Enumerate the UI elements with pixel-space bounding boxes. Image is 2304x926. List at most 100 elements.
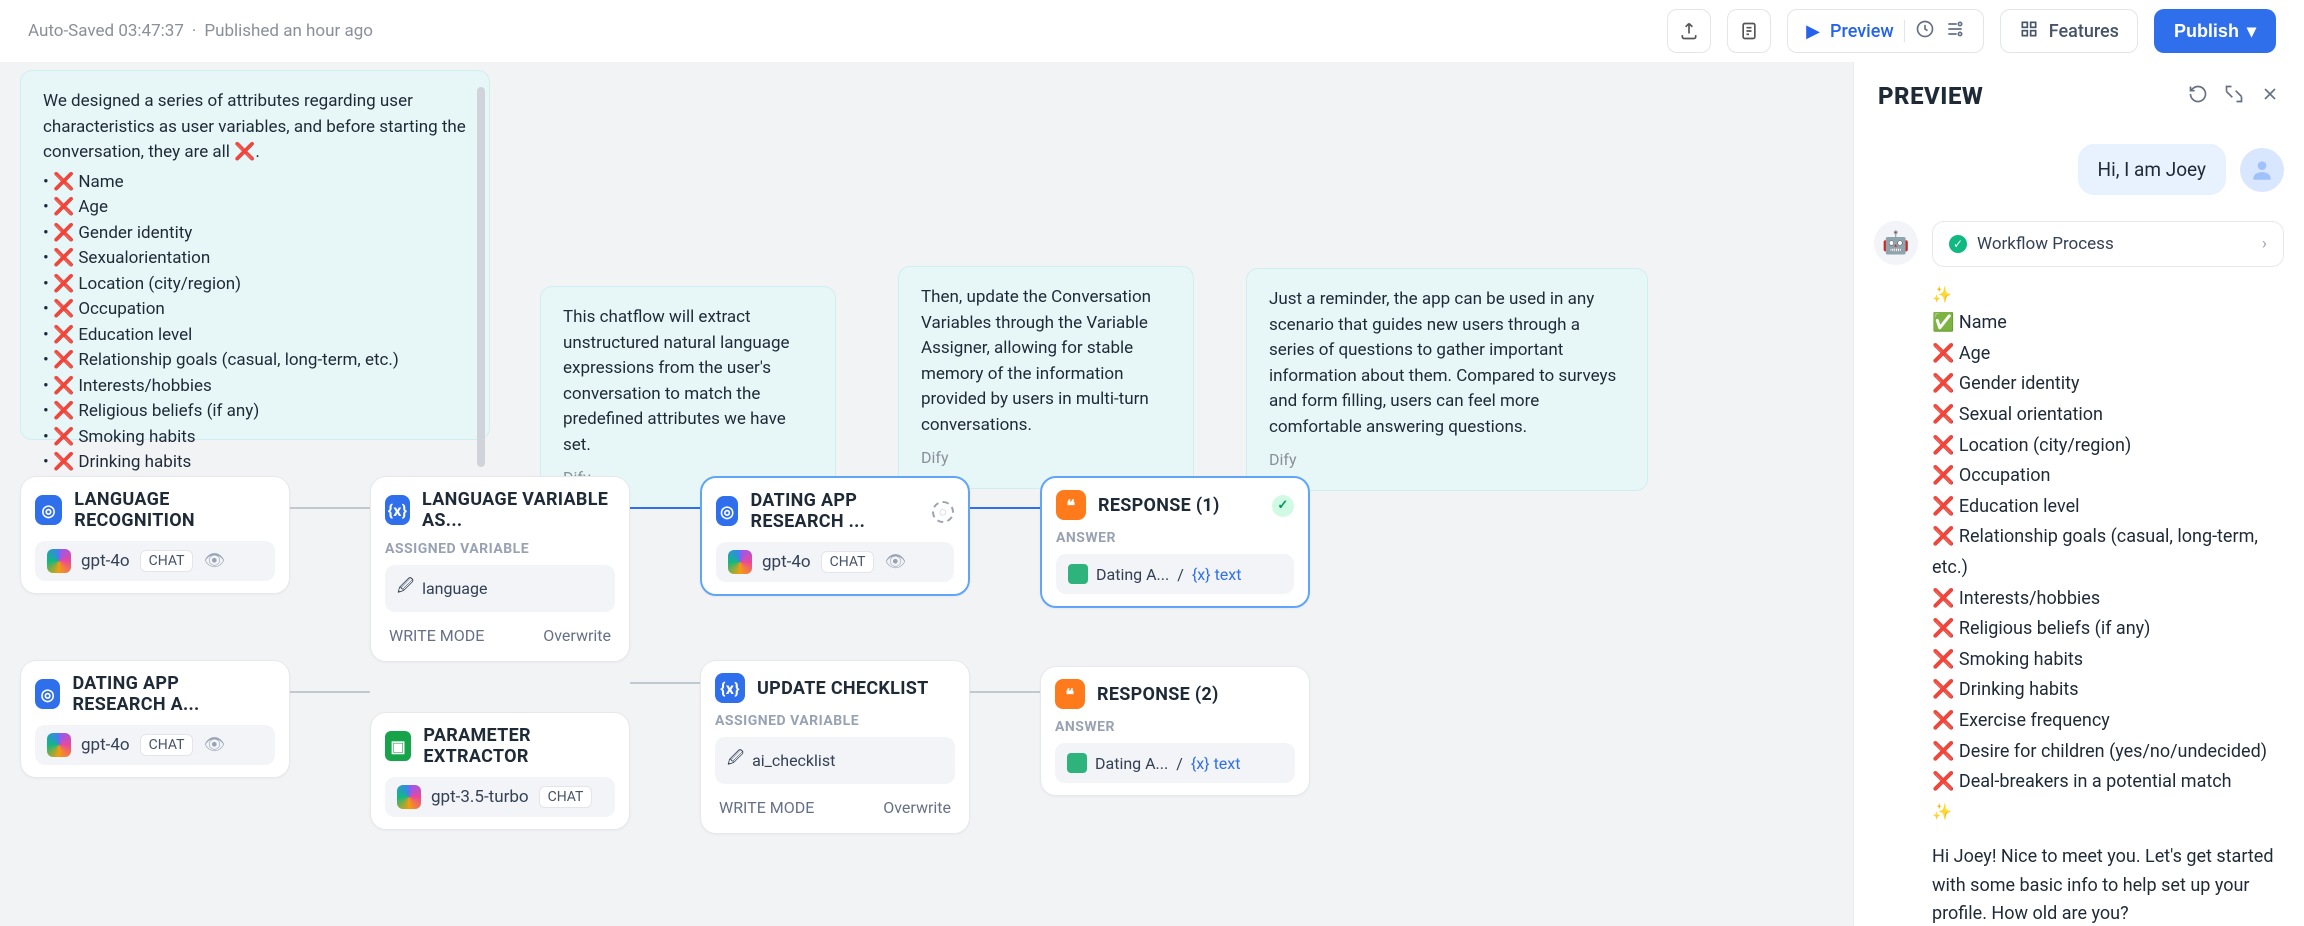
node-response-2[interactable]: ❝ RESPONSE (2) ANSWER Dating A... / {x} … bbox=[1040, 666, 1310, 796]
import-icon-button[interactable] bbox=[1727, 9, 1771, 53]
edge bbox=[630, 507, 700, 509]
preview-title: PREVIEW bbox=[1878, 82, 1983, 110]
sticky1-item: ❌ Relationship goals (casual, long-term,… bbox=[43, 348, 467, 374]
openai-icon bbox=[728, 550, 752, 574]
var-icon: 🖉 bbox=[727, 747, 744, 774]
answer-source[interactable]: Dating A... / {x} text bbox=[1056, 554, 1294, 594]
model-name: gpt-4o bbox=[81, 735, 130, 755]
node-language-variable-assigner[interactable]: {x} LANGUAGE VARIABLE AS... ASSIGNED VAR… bbox=[370, 476, 630, 662]
model-name: gpt-4o bbox=[762, 552, 811, 572]
llm-icon: ◎ bbox=[716, 496, 738, 526]
openai-icon bbox=[47, 549, 71, 573]
model-tag: CHAT bbox=[539, 786, 593, 808]
refresh-icon[interactable] bbox=[2188, 84, 2208, 109]
checklist-item: ❌ Sexual orientation bbox=[1932, 400, 2284, 431]
export-icon bbox=[1679, 21, 1699, 41]
sticky-note-attributes[interactable]: We designed a series of attributes regar… bbox=[20, 70, 490, 440]
node-parameter-extractor[interactable]: ▣ PARAMETER EXTRACTOR gpt-3.5-turbo CHAT bbox=[370, 712, 630, 830]
section-label: ASSIGNED VARIABLE bbox=[715, 713, 955, 729]
var-name: ai_checklist bbox=[752, 751, 835, 770]
workflow-label: Workflow Process bbox=[1977, 234, 2114, 254]
answer-icon: ❝ bbox=[1055, 679, 1085, 709]
node-update-checklist[interactable]: {x} UPDATE CHECKLIST ASSIGNED VARIABLE 🖉… bbox=[700, 660, 970, 834]
preview-label: Preview bbox=[1830, 21, 1894, 42]
sticky-note-reminder[interactable]: Just a reminder, the app can be used in … bbox=[1246, 268, 1648, 491]
autosave-text: Auto-Saved 03:47:37 bbox=[28, 21, 184, 41]
bot-message: Hi Joey! Nice to meet you. Let's get sta… bbox=[1932, 843, 2284, 926]
edge bbox=[970, 507, 1040, 509]
publish-label: Publish bbox=[2174, 21, 2239, 42]
sticky1-item: ❌ Drinking habits bbox=[43, 450, 467, 476]
section-label: ANSWER bbox=[1056, 530, 1294, 546]
sticky1-item: ❌ Sexualorientation bbox=[43, 246, 467, 272]
published-text: Published an hour ago bbox=[204, 21, 373, 41]
node-title: PARAMETER EXTRACTOR bbox=[423, 725, 615, 767]
export-icon-button[interactable] bbox=[1667, 9, 1711, 53]
checklist-item: ❌ Education level bbox=[1932, 492, 2284, 523]
node-dating-research-2[interactable]: ◎ DATING APP RESEARCH A... gpt-4o CHAT 👁 bbox=[20, 660, 290, 778]
node-title: LANGUAGE RECOGNITION bbox=[74, 489, 275, 531]
node-title: DATING APP RESEARCH ... bbox=[750, 490, 920, 532]
x-icon: ❌ bbox=[234, 142, 255, 162]
sticky1-item: ❌ Education level bbox=[43, 323, 467, 349]
var-icon: 🖉 bbox=[397, 575, 414, 602]
checklist-item: ❌ Exercise frequency bbox=[1932, 706, 2284, 737]
model-selector[interactable]: gpt-4o CHAT 👁 bbox=[35, 725, 275, 765]
answer-source[interactable]: Dating A... / {x} text bbox=[1055, 743, 1295, 783]
write-mode-value: Overwrite bbox=[883, 798, 951, 817]
checklist-item: ❌ Drinking habits bbox=[1932, 675, 2284, 706]
sticky2-text: This chatflow will extract unstructured … bbox=[563, 305, 813, 458]
model-selector[interactable]: gpt-3.5-turbo CHAT bbox=[385, 777, 615, 817]
sticky1-item: ❌ Occupation bbox=[43, 297, 467, 323]
assigned-variable[interactable]: 🖉 language bbox=[385, 565, 615, 612]
answer-icon: ❝ bbox=[1056, 490, 1086, 520]
llm-icon: ◎ bbox=[35, 495, 62, 525]
openai-icon bbox=[47, 733, 71, 757]
preview-button-group[interactable]: ▶ Preview bbox=[1787, 9, 1984, 53]
checklist-item: ❌ Deal-breakers in a potential match bbox=[1932, 767, 2284, 798]
features-button[interactable]: Features bbox=[2000, 9, 2138, 53]
sticky3-author: Dify bbox=[921, 446, 1171, 470]
sticky-note-update[interactable]: Then, update the Conversation Variables … bbox=[898, 266, 1194, 489]
model-selector[interactable]: gpt-4o CHAT 👁 bbox=[35, 541, 275, 581]
chevron-right-icon: › bbox=[2262, 234, 2267, 254]
node-response-1[interactable]: ❝ RESPONSE (1) ✓ ANSWER Dating A... / {x… bbox=[1040, 476, 1310, 608]
node-language-recognition[interactable]: ◎ LANGUAGE RECOGNITION gpt-4o CHAT 👁 bbox=[20, 476, 290, 594]
variable-icon: {x} bbox=[385, 495, 410, 525]
node-dating-research-1[interactable]: ◎ DATING APP RESEARCH ... ◌ gpt-4o CHAT … bbox=[700, 476, 970, 596]
sticky3-text: Then, update the Conversation Variables … bbox=[921, 285, 1171, 438]
features-label: Features bbox=[2049, 21, 2119, 42]
section-label: ANSWER bbox=[1055, 719, 1295, 735]
workflow-process-card[interactable]: ✓ Workflow Process › bbox=[1932, 221, 2284, 267]
assigned-variable[interactable]: 🖉 ai_checklist bbox=[715, 737, 955, 784]
checklist-item: ❌ Location (city/region) bbox=[1932, 431, 2284, 462]
checklist-item: ❌ Smoking habits bbox=[1932, 645, 2284, 676]
llm-icon: ◎ bbox=[35, 679, 60, 709]
model-tag: CHAT bbox=[140, 734, 194, 756]
model-tag: CHAT bbox=[821, 551, 875, 573]
settings-icon[interactable] bbox=[1945, 19, 1965, 44]
sticky4-text: Just a reminder, the app can be used in … bbox=[1269, 287, 1625, 440]
edge bbox=[970, 691, 1040, 693]
history-icon[interactable] bbox=[1915, 19, 1935, 44]
node-title: LANGUAGE VARIABLE AS... bbox=[422, 489, 615, 531]
workflow-canvas[interactable]: We designed a series of attributes regar… bbox=[0, 62, 1853, 926]
checklist-item: ✅ Name bbox=[1932, 308, 2284, 339]
close-icon[interactable] bbox=[2260, 84, 2280, 109]
document-icon bbox=[1739, 21, 1759, 41]
model-selector[interactable]: gpt-4o CHAT 👁 bbox=[716, 542, 954, 582]
model-tag: CHAT bbox=[140, 550, 194, 572]
publish-button[interactable]: Publish ▾ bbox=[2154, 9, 2276, 53]
openai-icon bbox=[397, 785, 421, 809]
eye-icon: 👁 bbox=[203, 735, 225, 755]
sticky1-item: ❌ Religious beliefs (if any) bbox=[43, 399, 467, 425]
expand-icon[interactable] bbox=[2224, 84, 2244, 109]
sticky1-item: ❌ Interests/hobbies bbox=[43, 374, 467, 400]
chat-area: Hi, I am Joey 🤖 ✓ Workflow Process › ✨ ✅… bbox=[1854, 130, 2304, 926]
checklist-item: ❌ Desire for children (yes/no/undecided) bbox=[1932, 737, 2284, 768]
sticky-scrollbar[interactable] bbox=[477, 87, 485, 467]
write-mode-value: Overwrite bbox=[543, 626, 611, 645]
preview-panel: PREVIEW Hi, I am Joey 🤖 ✓ bbox=[1853, 62, 2304, 926]
chevron-down-icon: ▾ bbox=[2247, 21, 2256, 42]
eye-icon: 👁 bbox=[884, 552, 906, 572]
